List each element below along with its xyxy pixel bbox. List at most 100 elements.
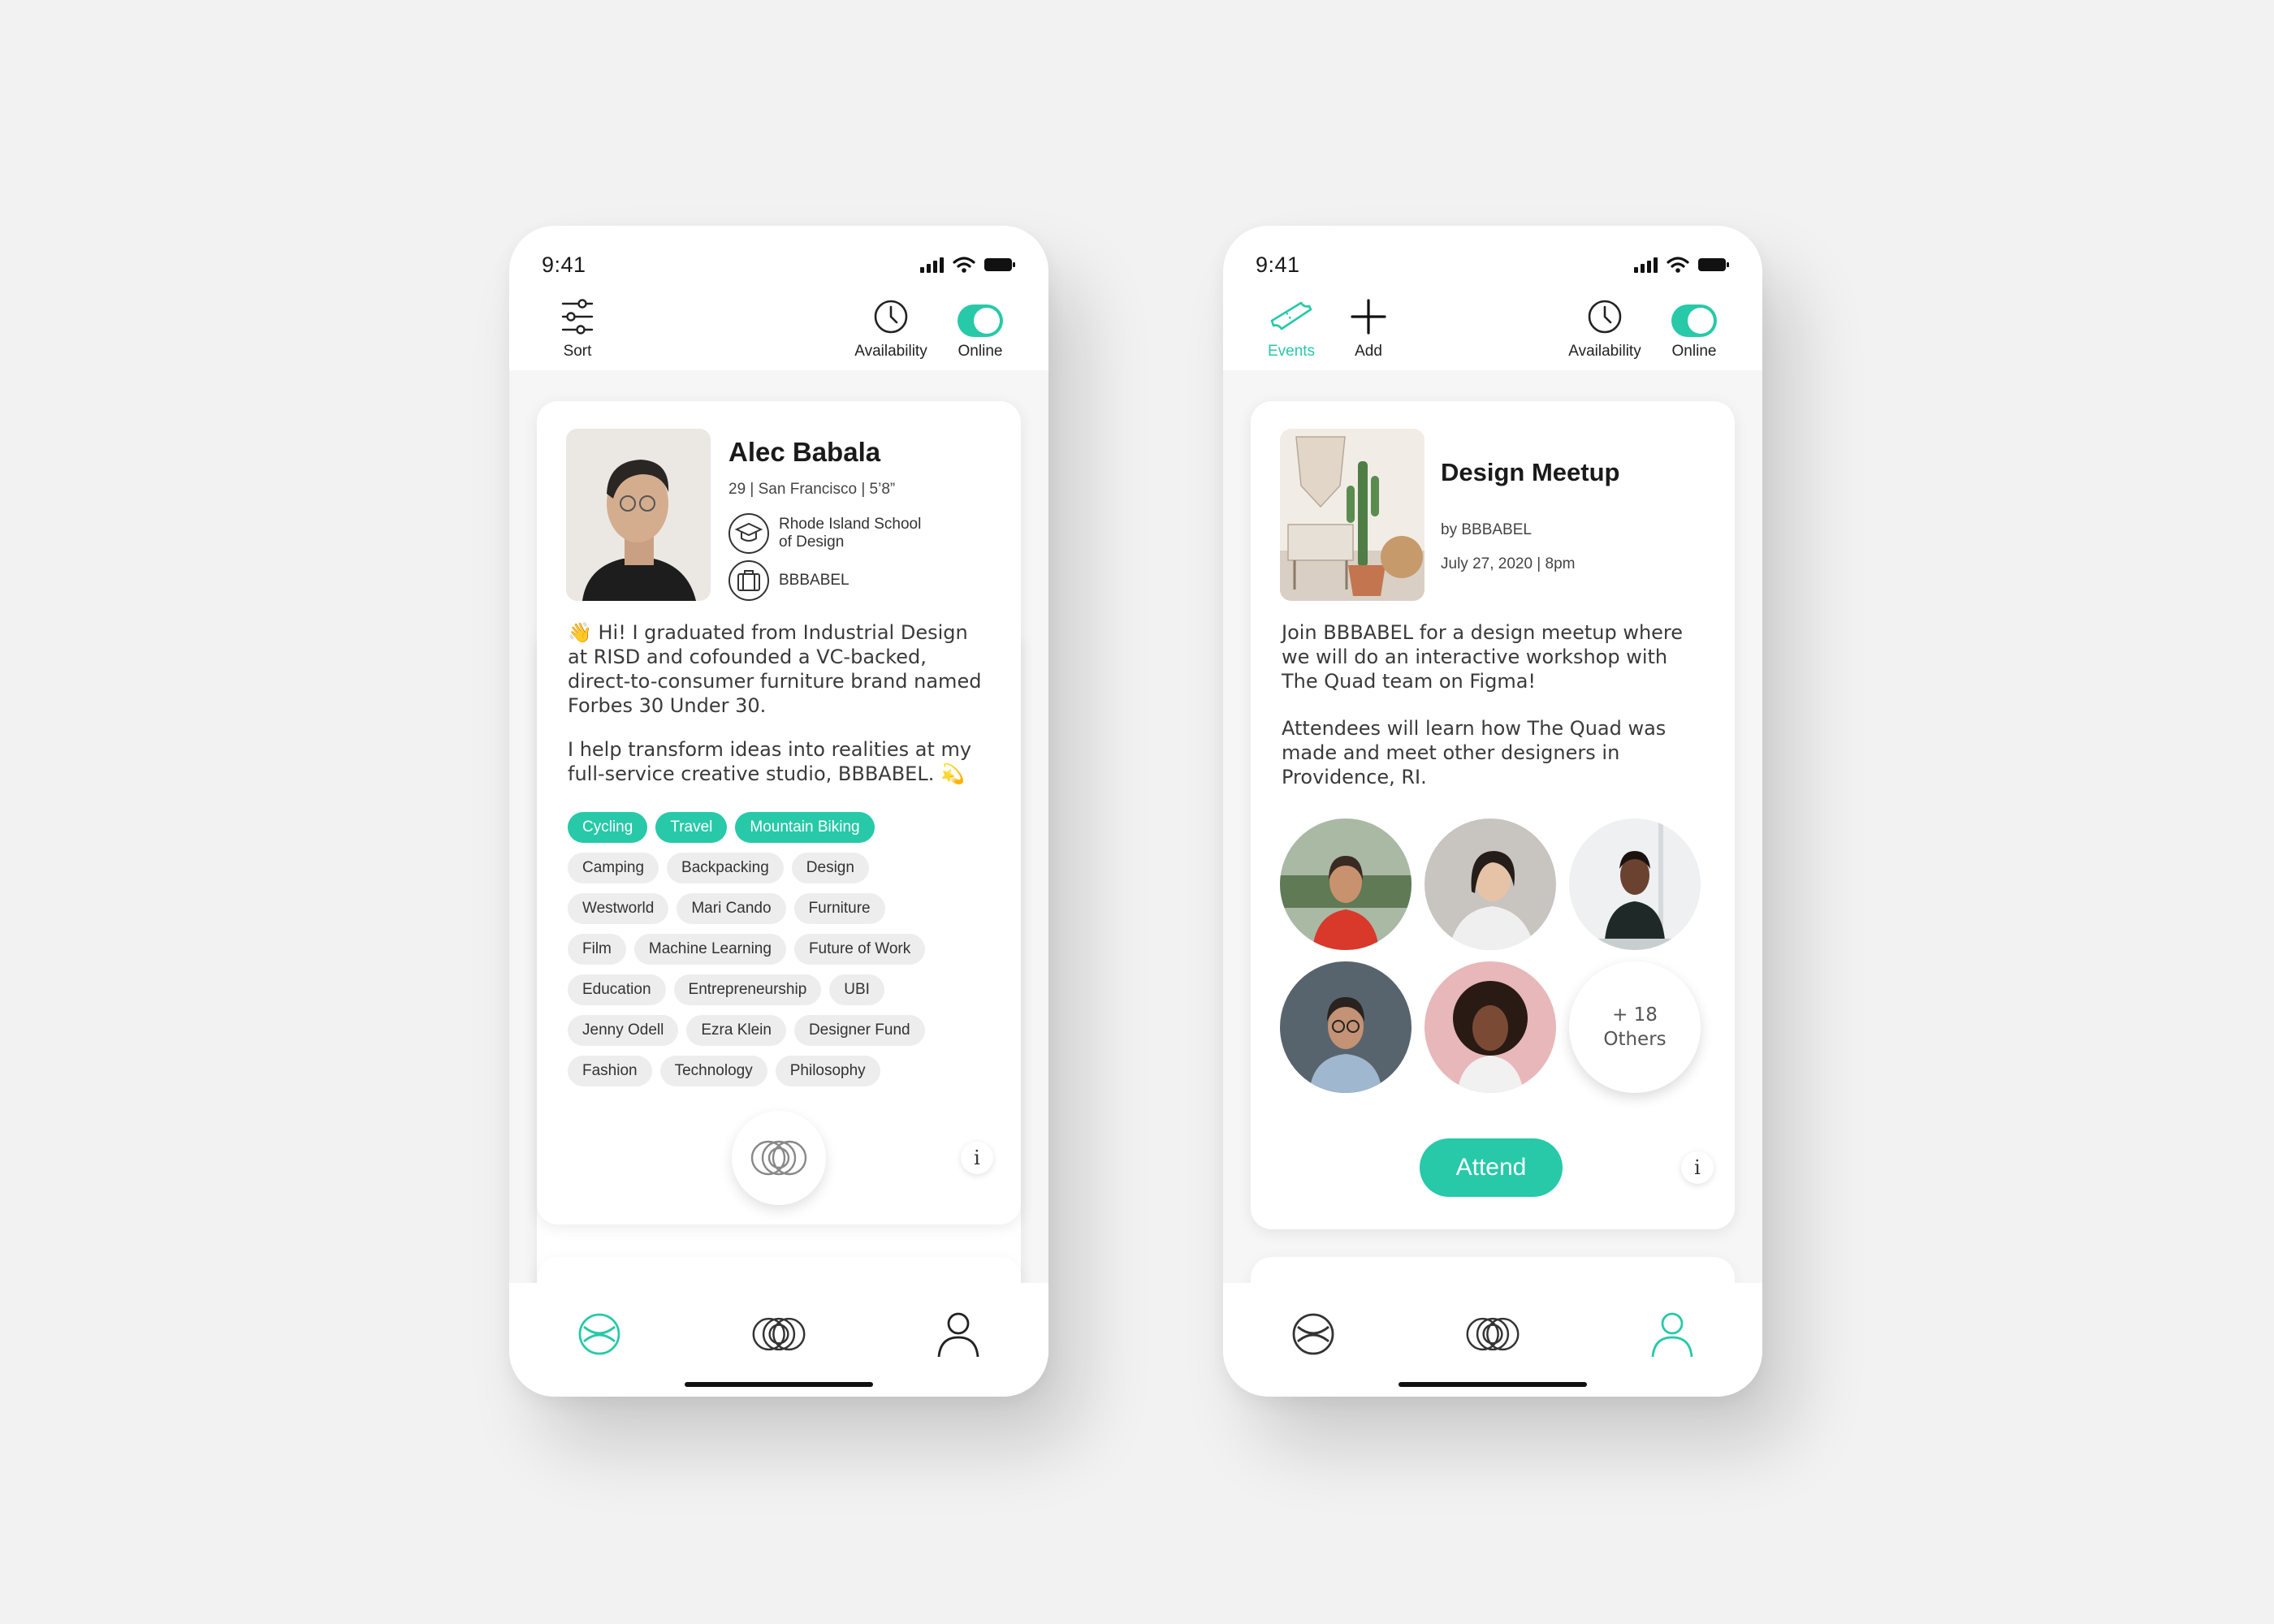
interest-tag[interactable]: Camping [568, 853, 659, 883]
tab-discover[interactable] [1285, 1306, 1342, 1363]
interest-tag[interactable]: Entrepreneurship [673, 974, 822, 1005]
interest-tag[interactable]: Film [568, 934, 626, 965]
person-portrait-image [566, 429, 711, 601]
bio-paragraph-2: I help transform ideas into realities at… [568, 738, 972, 785]
tag-row: Jenny Odell Ezra Klein Designer Fund [568, 1015, 996, 1046]
profile-card-content: Alec Babala 29 | San Francisco | 5’8” Rh… [537, 401, 1021, 1224]
profile-screen: 9:41 Sort Availability Online Alec Babal… [509, 226, 1048, 1397]
tag-row: Film Machine Learning Future of Work [568, 934, 996, 965]
interest-tag[interactable]: Future of Work [793, 934, 926, 965]
online-label: Online [958, 343, 1003, 360]
interest-tag[interactable]: Cycling [568, 812, 648, 843]
interest-tag[interactable]: Philosophy [775, 1056, 880, 1086]
status-icons [1634, 256, 1730, 274]
event-title: Design Meetup [1441, 458, 1620, 486]
tab-connections[interactable] [750, 1306, 807, 1363]
wifi-icon [1667, 257, 1689, 273]
event-screen: 9:41 Events Add Availability Online Desi… [1223, 226, 1762, 1397]
online-label: Online [1671, 343, 1717, 360]
attendee-grid: + 18 Others [1280, 818, 1702, 1093]
discover-icon [1292, 1313, 1334, 1355]
events-button[interactable]: Events [1251, 292, 1332, 361]
status-time: 9:41 [542, 252, 586, 277]
status-bar: 9:41 [1256, 248, 1730, 281]
online-toggle[interactable] [1671, 304, 1717, 337]
attendee-avatar[interactable] [1569, 818, 1701, 950]
school-row: Rhode Island School of Design [728, 513, 921, 554]
interest-tag[interactable]: Jenny Odell [568, 1015, 679, 1046]
work-row: BBBABEL [728, 560, 850, 601]
interest-tag[interactable]: Ezra Klein [686, 1015, 786, 1046]
interest-tags: Cycling Travel Mountain Biking Camping Backp… [568, 812, 996, 1086]
interest-tag[interactable]: Machine Learning [633, 934, 786, 965]
event-card: Design Meetup by BBBABEL July 27, 2020 |… [1251, 401, 1735, 1229]
event-date: July 27, 2020 | 8pm [1441, 555, 1576, 572]
briefcase-icon [728, 560, 769, 601]
more-label: Others [1603, 1029, 1667, 1050]
bio-paragraph-1: 👋 Hi! I graduated from Industrial Design… [568, 621, 982, 717]
status-icons [920, 256, 1016, 274]
rings-icon [752, 1317, 806, 1351]
interest-tag[interactable]: Westworld [568, 893, 669, 924]
person-name: Alec Babala [728, 437, 881, 467]
interest-tag[interactable]: Designer Fund [793, 1015, 925, 1046]
add-button[interactable]: Add [1332, 292, 1405, 361]
home-indicator [1399, 1382, 1587, 1387]
discover-icon [578, 1313, 620, 1355]
status-time: 9:41 [1256, 252, 1300, 277]
tab-profile[interactable] [930, 1306, 987, 1363]
more-attendees-button[interactable]: + 18 Others [1569, 961, 1701, 1093]
sort-button[interactable]: Sort [537, 292, 618, 361]
tag-row: Camping Backpacking Design [568, 853, 996, 883]
battery-icon [1698, 258, 1729, 271]
wifi-icon [953, 257, 975, 273]
availability-label: Availability [854, 343, 927, 360]
status-bar: 9:41 [542, 248, 1016, 281]
attendee-avatar[interactable] [1280, 961, 1412, 1093]
attendee-avatar[interactable] [1280, 818, 1412, 950]
interest-tag[interactable]: Mari Cando [677, 893, 786, 924]
user-icon [1651, 1312, 1693, 1358]
event-host: by BBBABEL [1441, 521, 1532, 538]
attendee-avatar[interactable] [1424, 961, 1556, 1093]
signal-icon [920, 257, 944, 273]
signal-icon [1634, 257, 1658, 273]
tab-discover[interactable] [571, 1306, 628, 1363]
add-label: Add [1355, 343, 1382, 360]
tab-connections[interactable] [1464, 1306, 1521, 1363]
more-count: + 18 [1612, 1004, 1658, 1026]
interest-tag[interactable]: Technology [659, 1056, 767, 1086]
plus-icon [1351, 299, 1386, 335]
attend-button[interactable]: Attend [1420, 1138, 1563, 1197]
availability-label: Availability [1568, 343, 1641, 360]
event-room-image [1280, 429, 1424, 601]
availability-button[interactable]: Availability [1556, 292, 1654, 361]
clock-icon [874, 300, 908, 334]
event-photo [1280, 429, 1424, 601]
sort-label: Sort [563, 343, 592, 360]
info-button[interactable]: i [1681, 1151, 1714, 1184]
school-name: Rhode Island School of Design [779, 516, 922, 551]
graduation-cap-icon [728, 513, 769, 554]
tab-bar [509, 1283, 1048, 1397]
availability-button[interactable]: Availability [842, 292, 940, 361]
tag-row: Education Entrepreneurship UBI [568, 974, 996, 1005]
attendee-avatar[interactable] [1424, 818, 1556, 950]
info-button[interactable]: i [961, 1142, 993, 1174]
profile-photo [566, 429, 711, 601]
interest-tag[interactable]: Education [568, 974, 666, 1005]
person-meta: 29 | San Francisco | 5’8” [728, 481, 896, 498]
event-description-2: Attendees will learn how The Quad was ma… [1282, 717, 1667, 788]
online-toggle-group: Online [940, 292, 1021, 361]
interest-tag[interactable]: Fashion [568, 1056, 652, 1086]
interest-tag[interactable]: Design [791, 853, 869, 883]
interest-tag[interactable]: Backpacking [667, 853, 784, 883]
interest-tag[interactable]: Furniture [793, 893, 885, 924]
connect-button[interactable] [732, 1111, 826, 1205]
tab-profile[interactable] [1644, 1306, 1701, 1363]
tag-row: Westworld Mari Cando Furniture [568, 893, 996, 924]
online-toggle[interactable] [958, 304, 1003, 337]
interest-tag[interactable]: Mountain Biking [735, 812, 875, 843]
interest-tag[interactable]: Travel [655, 812, 728, 843]
interest-tag[interactable]: UBI [829, 974, 884, 1005]
